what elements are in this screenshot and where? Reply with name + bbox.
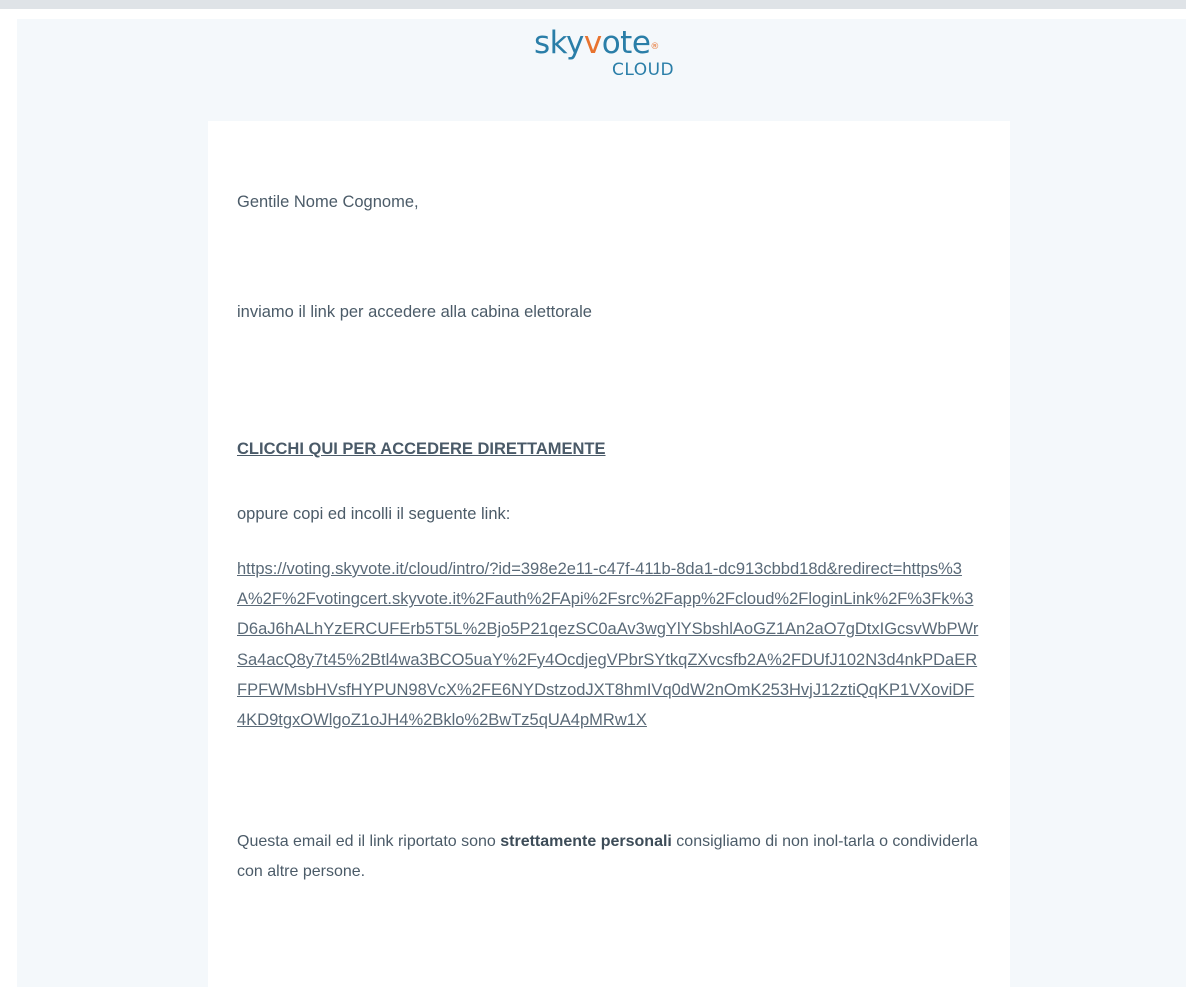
logo-subtitle-cloud: CLOUD — [612, 60, 675, 80]
greeting-text: Gentile Nome Cognome, — [237, 193, 419, 211]
logo-wordmark: skyvote® — [534, 25, 659, 61]
privacy-note-emphasis: strettamente personali — [500, 833, 672, 850]
privacy-note-start: Questa email ed il link riportato sono — [237, 833, 501, 850]
voting-url-link[interactable]: https://voting.skyvote.it/cloud/intro/?i… — [237, 554, 982, 735]
window-top-edge — [0, 0, 1186, 9]
logo-text-v: v — [583, 25, 602, 61]
email-canvas: skyvote® CLOUD Gentile Nome Cognome, inv… — [17, 19, 1186, 987]
left-gutter — [0, 9, 17, 987]
skyvote-cloud-logo: skyvote® CLOUD — [534, 25, 704, 85]
intro-text: inviamo il link per accedere alla cabina… — [237, 303, 592, 321]
alternative-instruction-text: oppure copi ed incolli il seguente link: — [237, 505, 511, 523]
email-card: Gentile Nome Cognome, inviamo il link pe… — [208, 121, 1010, 987]
logo-registered-mark: ® — [650, 42, 659, 52]
logo-text-sky: sky — [534, 25, 584, 61]
privacy-note: Questa email ed il link riportato sono s… — [237, 827, 982, 887]
direct-access-link[interactable]: CLICCHI QUI PER ACCEDERE DIRETTAMENTE — [237, 436, 606, 462]
logo-text-ote: ote — [601, 25, 651, 61]
